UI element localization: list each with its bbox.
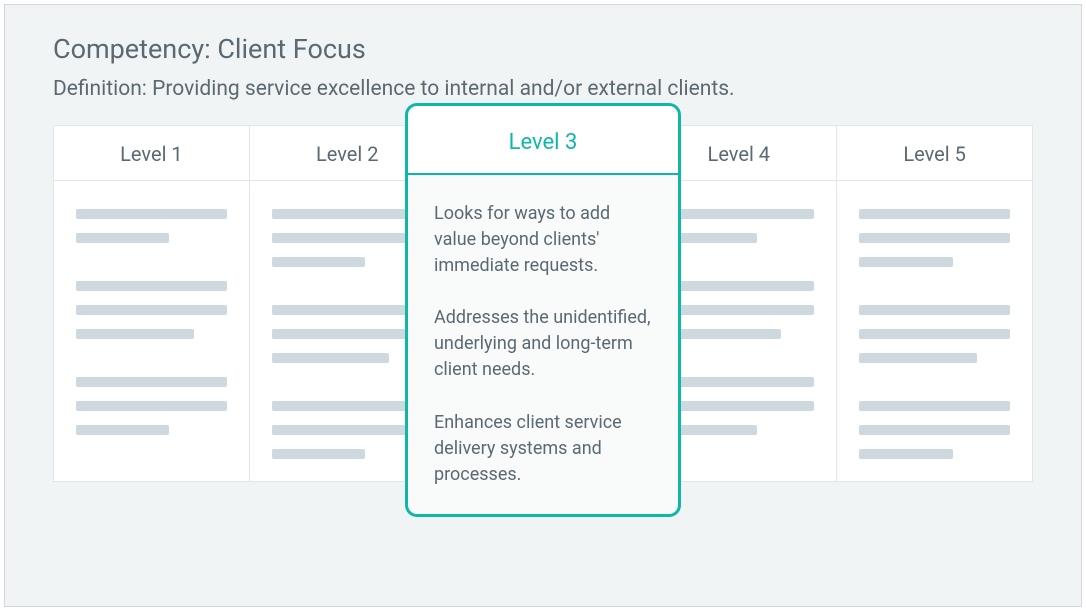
level-column-5: Level 5 (837, 126, 1032, 481)
placeholder-line (76, 401, 227, 411)
placeholder-line (272, 353, 390, 363)
placeholder-line (272, 209, 423, 219)
placeholder-group (663, 209, 814, 243)
placeholder-line (663, 305, 814, 315)
level-1-body (54, 181, 249, 481)
placeholder-line (272, 257, 365, 267)
placeholder-group (76, 209, 227, 243)
placeholder-line (663, 281, 814, 291)
competency-card: Competency: Client Focus Definition: Pro… (4, 4, 1082, 607)
placeholder-line (859, 449, 952, 459)
placeholder-group (76, 281, 227, 339)
level-highlight: Level 3 Looks for ways to add value beyo… (405, 103, 681, 517)
placeholder-line (663, 401, 814, 411)
placeholder-line (272, 401, 423, 411)
level-5-body (837, 181, 1032, 481)
level-5-header: Level 5 (837, 126, 1032, 181)
level-highlight-header: Level 3 (408, 106, 678, 175)
placeholder-line (76, 233, 169, 243)
placeholder-line (76, 305, 227, 315)
competency-title: Competency: Client Focus (53, 33, 1033, 65)
competency-definition: Definition: Providing service excellence… (53, 77, 1033, 101)
level-column-1: Level 1 (54, 126, 250, 481)
placeholder-line (76, 329, 194, 339)
level-highlight-body: Looks for ways to add value beyond clien… (408, 175, 678, 514)
level-highlight-para-1: Looks for ways to add value beyond clien… (434, 201, 652, 279)
placeholder-group (76, 377, 227, 435)
placeholder-line (859, 209, 1010, 219)
placeholder-line (76, 377, 227, 387)
level-1-header: Level 1 (54, 126, 249, 181)
placeholder-group (663, 281, 814, 339)
level-highlight-para-2: Addresses the unidentified, underlying a… (434, 305, 652, 383)
placeholder-line (859, 305, 1010, 315)
placeholder-group (272, 209, 423, 267)
placeholder-line (76, 281, 227, 291)
placeholder-group (859, 209, 1010, 267)
placeholder-line (663, 329, 781, 339)
placeholder-line (272, 233, 423, 243)
levels-wrapper: Level 1 (53, 125, 1033, 482)
level-highlight-para-3: Enhances client service delivery systems… (434, 410, 652, 488)
placeholder-line (859, 257, 952, 267)
placeholder-line (272, 425, 423, 435)
placeholder-group (859, 305, 1010, 363)
placeholder-line (663, 209, 814, 219)
placeholder-line (272, 305, 423, 315)
placeholder-line (859, 353, 977, 363)
placeholder-line (859, 329, 1010, 339)
placeholder-line (272, 329, 423, 339)
placeholder-group (272, 401, 423, 459)
placeholder-group (272, 305, 423, 363)
placeholder-line (76, 209, 227, 219)
placeholder-line (859, 425, 1010, 435)
placeholder-line (663, 377, 814, 387)
placeholder-line (859, 233, 1010, 243)
placeholder-line (272, 449, 365, 459)
placeholder-line (859, 401, 1010, 411)
placeholder-group (663, 377, 814, 435)
placeholder-line (76, 425, 169, 435)
placeholder-group (859, 401, 1010, 459)
